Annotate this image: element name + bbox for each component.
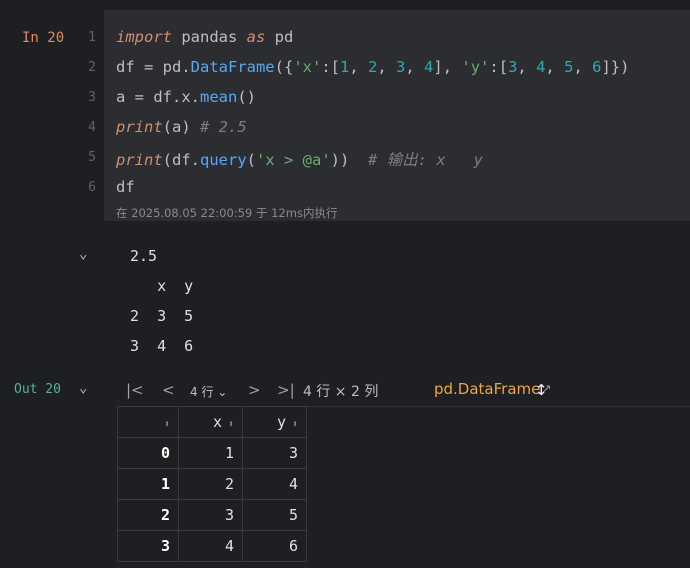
stdout-line: x y bbox=[130, 277, 194, 295]
last-page-icon[interactable]: >| bbox=[277, 381, 295, 399]
code-line-6[interactable]: df bbox=[116, 178, 135, 196]
code-text: (a) bbox=[162, 118, 200, 136]
line-number: 2 bbox=[88, 60, 96, 75]
code-line-4[interactable]: print(a) # 2.5 bbox=[116, 118, 247, 136]
row-index: 2 bbox=[117, 499, 179, 531]
row-index: 1 bbox=[117, 468, 179, 500]
code-text: :[ bbox=[489, 58, 509, 76]
row-index: 0 bbox=[117, 437, 179, 469]
string-literal: 'y' bbox=[461, 58, 490, 76]
line-number: 5 bbox=[88, 150, 96, 165]
code-text: (df. bbox=[162, 151, 200, 169]
code-text: ], bbox=[433, 58, 462, 76]
line-number: 6 bbox=[88, 180, 96, 195]
dataframe-type-link[interactable]: pd.DataFrame bbox=[434, 380, 540, 398]
number-literal: 1 bbox=[340, 58, 350, 76]
first-page-icon[interactable]: |< bbox=[126, 381, 144, 399]
table-cell[interactable]: 1 bbox=[178, 437, 243, 469]
line-number: 3 bbox=[88, 90, 96, 105]
execution-info: 在 2025.08.05 22:00:59 于 12ms内执行 bbox=[116, 206, 338, 220]
code-text: , bbox=[545, 58, 565, 76]
code-line-3[interactable]: a = df.x.mean() bbox=[116, 88, 256, 106]
table-cell[interactable]: 3 bbox=[242, 437, 307, 469]
table-row: 2 3 5 bbox=[117, 499, 307, 531]
table-header-row: ⬍ x ⬍ y ⬍ bbox=[117, 406, 307, 438]
comment: # 2.5 bbox=[200, 118, 247, 136]
code-text: pd bbox=[265, 28, 294, 46]
code-text: , bbox=[573, 58, 593, 76]
previous-page-icon[interactable]: < bbox=[162, 381, 175, 399]
function-name: query bbox=[200, 151, 247, 169]
number-literal: 2 bbox=[368, 58, 378, 76]
column-header-y[interactable]: y ⬍ bbox=[242, 406, 307, 438]
code-text: ( bbox=[246, 151, 257, 169]
keyword: import bbox=[116, 28, 172, 46]
function-name: mean bbox=[200, 88, 238, 106]
column-label: x bbox=[212, 413, 222, 431]
open-external-icon[interactable]: ↗ bbox=[542, 382, 551, 395]
code-text: a = df.x. bbox=[116, 88, 200, 106]
number-literal: 3 bbox=[508, 58, 518, 76]
code-text: pandas bbox=[172, 28, 247, 46]
rows-per-page-dropdown[interactable]: 4 行 ⌄ bbox=[190, 383, 227, 400]
number-literal: 3 bbox=[396, 58, 406, 76]
number-literal: 4 bbox=[424, 58, 434, 76]
code-text: , bbox=[377, 58, 397, 76]
output-prompt: Out 20 bbox=[14, 382, 61, 397]
column-label: y bbox=[276, 413, 286, 431]
table-cell[interactable]: 4 bbox=[178, 530, 243, 562]
code-text: , bbox=[517, 58, 537, 76]
line-number: 4 bbox=[88, 120, 96, 135]
sort-icon[interactable]: ⬍ bbox=[292, 419, 298, 430]
code-text: ]}) bbox=[601, 58, 630, 76]
table-cell[interactable]: 6 bbox=[242, 530, 307, 562]
string-literal: 'x > @a' bbox=[256, 151, 331, 169]
code-text: df = pd. bbox=[116, 58, 191, 76]
table-row: 3 4 6 bbox=[117, 530, 307, 562]
chevron-down-icon: ⌄ bbox=[217, 385, 228, 399]
code-line-1[interactable]: import pandas as pd bbox=[116, 28, 293, 46]
collapse-result-chevron-icon[interactable]: ⌄ bbox=[79, 380, 87, 396]
next-page-icon[interactable]: > bbox=[248, 381, 261, 399]
code-text: , bbox=[405, 58, 425, 76]
row-index: 3 bbox=[117, 530, 179, 562]
table-row: 0 1 3 bbox=[117, 437, 307, 469]
line-number: 1 bbox=[88, 30, 96, 45]
column-header-x[interactable]: x ⬍ bbox=[178, 406, 243, 438]
string-literal: 'x' bbox=[293, 58, 322, 76]
row-column-info: 4 行 × 2 列 bbox=[303, 384, 379, 400]
table-cell[interactable]: 5 bbox=[242, 499, 307, 531]
stdout-line: 2 3 5 bbox=[130, 307, 194, 325]
dataframe-table: ⬍ x ⬍ y ⬍ 0 1 3 1 2 4 2 3 5 3 4 6 bbox=[117, 406, 307, 562]
table-cell[interactable]: 4 bbox=[242, 468, 307, 500]
code-text: :[ bbox=[321, 58, 340, 76]
index-column-header[interactable]: ⬍ bbox=[117, 406, 179, 438]
stdout-line: 3 4 6 bbox=[130, 337, 194, 355]
sort-icon[interactable]: ⬍ bbox=[228, 419, 234, 430]
input-prompt: In 20 bbox=[22, 30, 65, 46]
collapse-output-chevron-icon[interactable]: ⌄ bbox=[79, 246, 87, 262]
code-line-5[interactable]: print(df.query('x > @a')) # 输出: x y bbox=[116, 148, 483, 170]
code-line-2[interactable]: df = pd.DataFrame({'x':[1, 2, 3, 4], 'y'… bbox=[116, 58, 629, 76]
keyword: as bbox=[246, 28, 266, 46]
table-row: 1 2 4 bbox=[117, 468, 307, 500]
table-cell[interactable]: 2 bbox=[178, 468, 243, 500]
table-cell[interactable]: 3 bbox=[178, 499, 243, 531]
comment: # 输出: x y bbox=[368, 151, 483, 169]
function-name: DataFrame bbox=[190, 58, 275, 76]
stdout-line: 2.5 bbox=[130, 247, 158, 265]
sort-icon[interactable]: ⬍ bbox=[164, 419, 170, 430]
code-text: ({ bbox=[274, 58, 294, 76]
rows-per-page-value: 4 行 bbox=[190, 385, 214, 399]
code-text: )) bbox=[330, 151, 368, 169]
code-text: () bbox=[237, 88, 256, 106]
code-text: df bbox=[116, 178, 135, 196]
builtin-function: print bbox=[116, 118, 163, 136]
code-text: , bbox=[349, 58, 369, 76]
builtin-function: print bbox=[116, 151, 163, 169]
